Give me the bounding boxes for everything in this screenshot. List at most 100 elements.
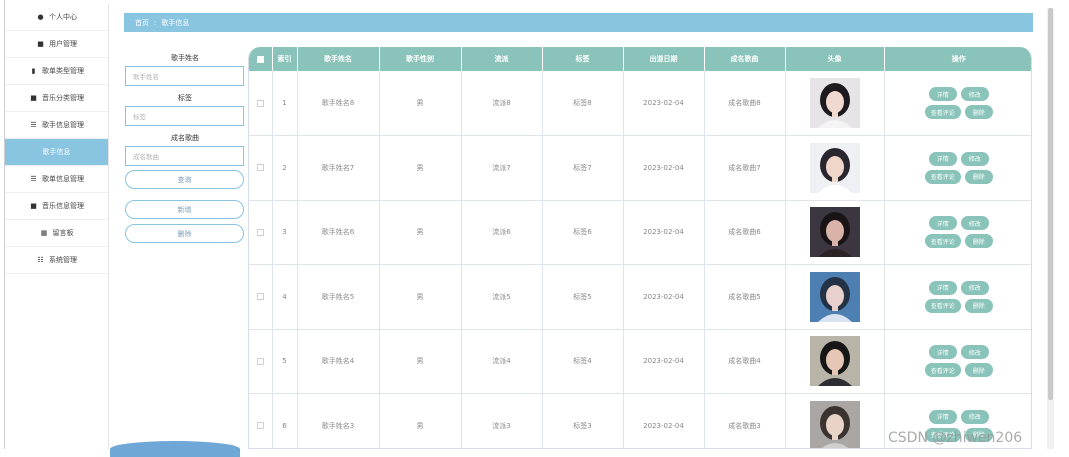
famous-song-input[interactable]: 成名歌曲 xyxy=(125,146,244,166)
cell-index: 5 xyxy=(272,329,298,394)
view-comments-button[interactable]: 查看评论 xyxy=(924,105,961,119)
cell-song: 成名歌曲6 xyxy=(704,200,786,265)
row-checkbox[interactable] xyxy=(249,71,273,136)
monitor-icon: ■ xyxy=(30,94,37,102)
view-comments-button[interactable]: 查看评论 xyxy=(924,169,961,184)
cell-tag: 标签5 xyxy=(542,264,624,330)
row-checkbox[interactable] xyxy=(249,393,273,448)
sidebar-item-4[interactable]: ■ 音乐分类管理 xyxy=(5,85,108,112)
sidebar-item-label: 留言板 xyxy=(52,229,74,237)
delete-button[interactable]: 删除 xyxy=(964,363,993,378)
list-icon: ☰ xyxy=(30,121,37,129)
detail-button[interactable]: 详情 xyxy=(928,216,957,231)
row-checkbox[interactable] xyxy=(249,200,273,265)
scrollbar-thumb[interactable] xyxy=(1048,8,1053,400)
cell-index: 6 xyxy=(272,393,298,448)
cell-actions: 详情 修改查看评论 删除 xyxy=(884,200,1031,265)
briefcase-icon: ■ xyxy=(37,40,44,48)
cell-tag: 标签6 xyxy=(542,200,624,265)
column-header: 头像 xyxy=(785,47,885,71)
tag-label: 标签 xyxy=(178,94,192,102)
breadcrumb-home[interactable]: 首页 xyxy=(135,18,149,28)
sidebar-item-7[interactable]: ☰ 歌单信息管理 xyxy=(5,166,108,193)
cell-date: 2023-02-04 xyxy=(623,200,705,265)
avatar[interactable] xyxy=(809,78,860,128)
sidebar-item-label: 歌手信息管理 xyxy=(42,121,84,129)
cell-tag: 标签7 xyxy=(542,135,624,201)
table-row: 3 歌手姓名6 男流派6 标签6 2023-02-04 成名歌曲6 详情 修改 查看评论 删除 xyxy=(249,200,1031,265)
sidebar-item-2[interactable]: ■ 用户管理 xyxy=(5,31,108,58)
detail-button[interactable]: 详情 xyxy=(928,151,957,166)
cell-actions: 详情 修改查看评论 删除 xyxy=(884,135,1031,201)
sidebar-item-label: 个人中心 xyxy=(49,13,77,21)
detail-button[interactable]: 详情 xyxy=(928,87,957,101)
cell-tag: 标签4 xyxy=(542,329,624,394)
view-comments-button[interactable]: 查看评论 xyxy=(924,298,961,313)
batch-delete-button[interactable]: 删除 xyxy=(125,224,244,243)
detail-button[interactable]: 详情 xyxy=(928,345,957,360)
edit-button[interactable]: 修改 xyxy=(960,345,989,360)
sliders-icon: ☷ xyxy=(37,256,44,264)
query-button[interactable]: 查询 xyxy=(125,170,244,189)
book-icon: ▮ xyxy=(31,67,36,75)
sidebar-item-10[interactable]: ☷ 系统管理 xyxy=(5,247,108,274)
avatar[interactable] xyxy=(809,336,860,387)
grid-icon: ▦ xyxy=(40,229,48,237)
sidebar-item-5[interactable]: ☰ 歌手信息管理 xyxy=(5,112,108,139)
delete-button[interactable]: 删除 xyxy=(964,169,993,184)
cell-name: 歌手姓名7 xyxy=(297,135,380,201)
row-checkbox[interactable] xyxy=(249,264,273,330)
cell-name: 歌手姓名6 xyxy=(297,200,380,265)
cell-genre: 流派6 xyxy=(461,200,543,265)
cell-song: 成名歌曲3 xyxy=(704,393,786,448)
avatar[interactable] xyxy=(809,142,860,193)
delete-button[interactable]: 删除 xyxy=(964,234,993,249)
sidebar-item-label: 音乐信息管理 xyxy=(42,202,84,210)
avatar[interactable] xyxy=(809,400,860,448)
sidebar-item-9[interactable]: ▦ 留言板 xyxy=(5,220,108,247)
avatar[interactable] xyxy=(809,207,860,258)
sidebar-item-1[interactable]: ● 个人中心 xyxy=(5,4,108,31)
cell-avatar xyxy=(785,135,885,201)
sidebar-item-label: 歌单类型管理 xyxy=(42,67,84,75)
column-header: 标签 xyxy=(542,47,624,71)
cell-avatar xyxy=(785,264,885,330)
cell-gender: 男 xyxy=(379,135,462,201)
tag-input[interactable]: 标签 xyxy=(125,106,244,126)
view-comments-button[interactable]: 查看评论 xyxy=(924,234,961,249)
cell-song: 成名歌曲4 xyxy=(704,329,786,394)
column-header: 操作 xyxy=(951,55,966,63)
singer-name-input[interactable]: 歌手姓名 xyxy=(125,66,244,86)
table-header-row: 索引 歌手姓名 歌手性别 流派 标签 出道日期 成名歌曲 头像 操作 xyxy=(249,47,1031,71)
delete-button[interactable]: 删除 xyxy=(964,105,993,119)
breadcrumb-current: 歌手信息 xyxy=(161,18,190,27)
column-header: 成名歌曲 xyxy=(704,47,786,71)
cell-actions: 详情 修改查看评论 删除 xyxy=(884,329,1031,394)
cell-index: 4 xyxy=(272,264,298,330)
edit-button[interactable]: 修改 xyxy=(960,280,989,295)
edit-button[interactable]: 修改 xyxy=(960,216,989,231)
view-comments-button[interactable]: 查看评论 xyxy=(924,363,961,378)
sidebar-item-3[interactable]: ▮ 歌单类型管理 xyxy=(5,58,108,85)
avatar[interactable] xyxy=(809,271,860,322)
cell-name: 歌手姓名3 xyxy=(297,393,380,448)
row-checkbox[interactable] xyxy=(249,329,273,394)
select-all-checkbox[interactable] xyxy=(249,47,273,71)
cell-gender: 男 xyxy=(379,200,462,265)
row-checkbox[interactable] xyxy=(249,135,273,201)
sidebar-item-8[interactable]: ■ 音乐信息管理 xyxy=(5,193,108,220)
edit-button[interactable]: 修改 xyxy=(960,87,989,101)
add-button[interactable]: 新增 xyxy=(125,200,244,219)
cell-actions: 详情 修改查看评论 删除 xyxy=(884,264,1031,330)
delete-button[interactable]: 删除 xyxy=(964,298,993,313)
column-header: 歌手性别 xyxy=(379,47,462,71)
sidebar-item-6[interactable]: 歌手信息 xyxy=(5,139,108,166)
edit-button[interactable]: 修改 xyxy=(960,151,989,166)
edit-button[interactable]: 修改 xyxy=(960,409,989,424)
detail-button[interactable]: 详情 xyxy=(928,280,957,295)
cell-index: 1 xyxy=(272,71,298,136)
cell-song: 成名歌曲7 xyxy=(704,135,786,201)
detail-button[interactable]: 详情 xyxy=(928,409,957,424)
cell-gender: 男 xyxy=(379,264,462,330)
cell-index: 2 xyxy=(272,135,298,201)
